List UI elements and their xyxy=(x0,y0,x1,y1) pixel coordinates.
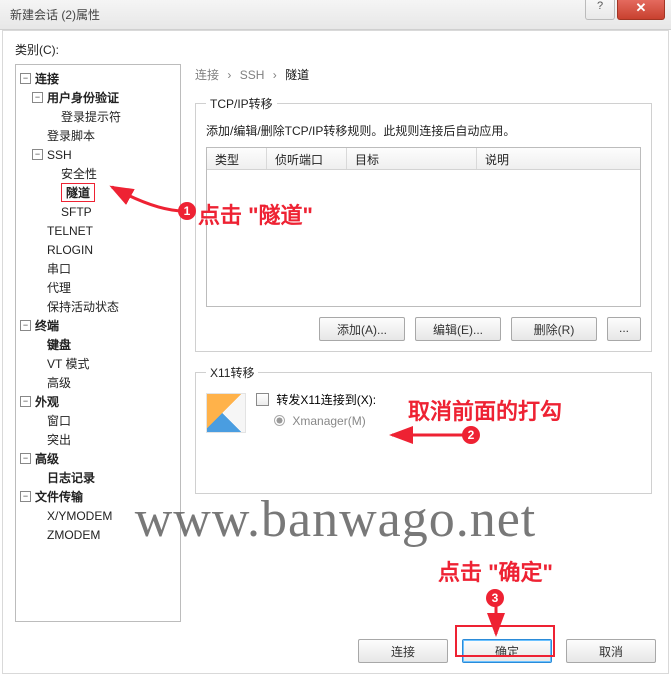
col-type[interactable]: 类型 xyxy=(207,148,267,169)
tree-item-serial[interactable]: 串口 xyxy=(47,260,71,277)
col-listen[interactable]: 侦听端口 xyxy=(267,148,347,169)
listview-header: 类型 侦听端口 目标 说明 xyxy=(207,148,640,170)
breadcrumb-item: 连接 xyxy=(195,68,219,82)
tree-item-xymodem[interactable]: X/YMODEM xyxy=(47,509,112,523)
tree-item-zmodem[interactable]: ZMODEM xyxy=(47,528,100,542)
tree-item-keepalive[interactable]: 保持活动状态 xyxy=(47,298,119,315)
x11-forward-checkbox[interactable] xyxy=(256,393,269,406)
breadcrumb-item-active: 隧道 xyxy=(285,68,309,82)
chevron-right-icon: › xyxy=(227,68,231,82)
more-button[interactable]: ... xyxy=(607,317,641,341)
tree-item-loginscript[interactable]: 登录脚本 xyxy=(47,127,95,144)
tree-item-advanced-terminal[interactable]: 高级 xyxy=(47,374,71,391)
chevron-right-icon: › xyxy=(273,68,277,82)
tree-item-advanced[interactable]: 高级 xyxy=(35,450,59,467)
group-x11: X11转移 转发X11连接到(X): Xmanager(M) xyxy=(195,364,652,494)
col-target[interactable]: 目标 xyxy=(347,148,477,169)
dialog-body: 类别(C): −连接 −用户身份验证 登录提示符 登录脚本 −SSH 安全性 隧… xyxy=(2,30,669,674)
x11-forward-label: 转发X11连接到(X): xyxy=(276,393,376,407)
tree-item-vtmode[interactable]: VT 模式 xyxy=(47,355,89,372)
tcpip-desc: 添加/编辑/删除TCP/IP转移规则。此规则连接后自动应用。 xyxy=(206,122,641,139)
x11-icon xyxy=(206,393,246,433)
tree-item-break[interactable]: 突出 xyxy=(47,431,71,448)
breadcrumb-item: SSH xyxy=(240,68,265,82)
detail-panel: 连接 › SSH › 隧道 TCP/IP转移 添加/编辑/删除TCP/IP转移规… xyxy=(181,64,656,622)
breadcrumb: 连接 › SSH › 隧道 xyxy=(195,66,652,83)
tree-item-window[interactable]: 窗口 xyxy=(47,412,71,429)
tree-item-logging[interactable]: 日志记录 xyxy=(47,469,95,486)
tree-item-security[interactable]: 安全性 xyxy=(61,165,97,182)
tree-item-sftp[interactable]: SFTP xyxy=(61,205,92,219)
tree-item-filetransfer[interactable]: 文件传输 xyxy=(35,488,83,505)
edit-button[interactable]: 编辑(E)... xyxy=(415,317,501,341)
group-title: TCP/IP转移 xyxy=(206,95,277,112)
tree-item-rlogin[interactable]: RLOGIN xyxy=(47,243,93,257)
tree-item-keyboard[interactable]: 键盘 xyxy=(47,336,71,353)
add-button[interactable]: 添加(A)... xyxy=(319,317,405,341)
radio-icon[interactable] xyxy=(274,415,285,426)
dialog-footer: 连接 确定 取消 xyxy=(358,639,656,663)
expand-icon[interactable]: − xyxy=(20,73,31,84)
tree-item-userauth[interactable]: 用户身份验证 xyxy=(47,89,119,106)
rules-listview[interactable]: 类型 侦听端口 目标 说明 xyxy=(206,147,641,307)
tree-item-terminal[interactable]: 终端 xyxy=(35,317,59,334)
expand-icon[interactable]: − xyxy=(20,396,31,407)
tree-item-telnet[interactable]: TELNET xyxy=(47,224,93,238)
tree-item-appearance[interactable]: 外观 xyxy=(35,393,59,410)
titlebar: 新建会话 (2)属性 ? ✕ xyxy=(0,0,671,30)
expand-icon[interactable]: − xyxy=(20,453,31,464)
tree-item-proxy[interactable]: 代理 xyxy=(47,279,71,296)
window-title: 新建会话 (2)属性 xyxy=(10,6,100,23)
expand-icon[interactable]: − xyxy=(20,320,31,331)
cancel-button[interactable]: 取消 xyxy=(566,639,656,663)
tree-item-connection[interactable]: 连接 xyxy=(35,70,59,87)
expand-icon[interactable]: − xyxy=(32,149,43,160)
expand-icon[interactable]: − xyxy=(20,491,31,502)
expand-icon[interactable]: − xyxy=(32,92,43,103)
delete-button[interactable]: 删除(R) xyxy=(511,317,597,341)
xmanager-radio-label: Xmanager(M) xyxy=(292,414,365,428)
connect-button[interactable]: 连接 xyxy=(358,639,448,663)
group-tcpip: TCP/IP转移 添加/编辑/删除TCP/IP转移规则。此规则连接后自动应用。 … xyxy=(195,95,652,352)
category-label: 类别(C): xyxy=(15,41,656,58)
ok-button[interactable]: 确定 xyxy=(462,639,552,663)
group-title: X11转移 xyxy=(206,364,258,381)
tree-item-ssh[interactable]: SSH xyxy=(47,148,72,162)
col-desc[interactable]: 说明 xyxy=(477,148,640,169)
help-button[interactable]: ? xyxy=(585,0,615,20)
tree-item-tunnel[interactable]: 隧道 xyxy=(61,183,95,202)
category-tree[interactable]: −连接 −用户身份验证 登录提示符 登录脚本 −SSH 安全性 隧道 SFTP xyxy=(15,64,181,622)
close-button[interactable]: ✕ xyxy=(617,0,665,20)
tree-item-loginprompt[interactable]: 登录提示符 xyxy=(61,108,121,125)
